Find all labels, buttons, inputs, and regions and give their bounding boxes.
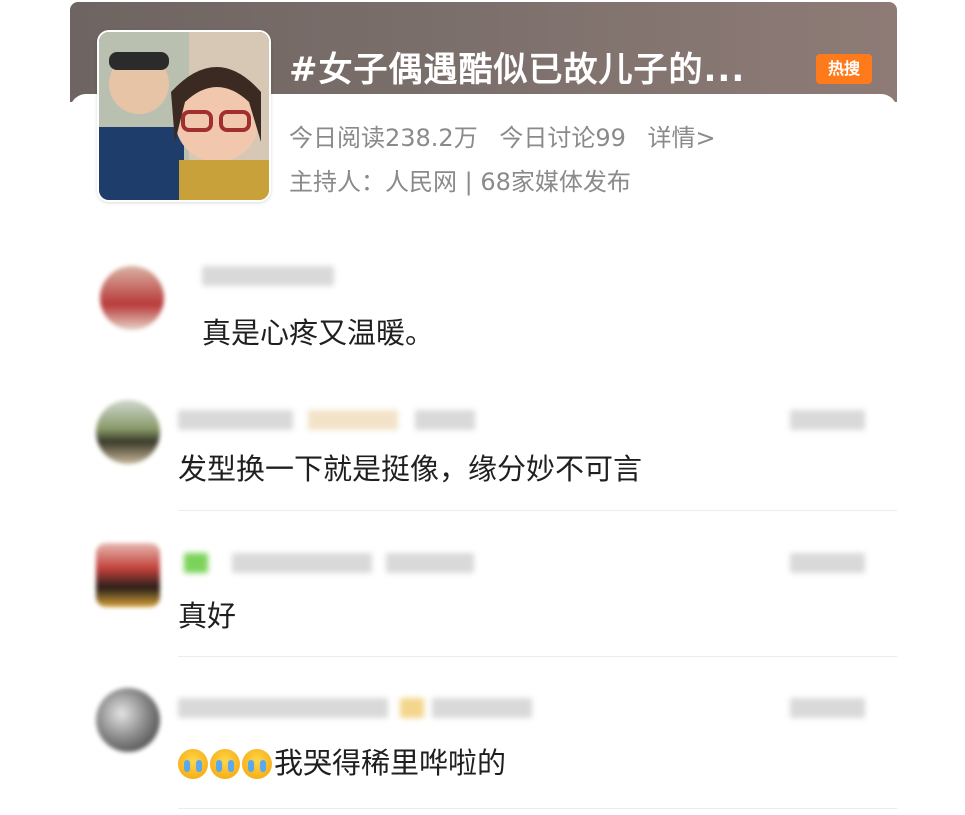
like-blurred[interactable] bbox=[790, 410, 865, 430]
divider bbox=[178, 656, 897, 657]
hot-search-badge: 热搜 bbox=[816, 54, 872, 84]
like-blurred[interactable] bbox=[790, 698, 865, 718]
topic-host: 主持人：人民网 | 68家媒体发布 bbox=[289, 168, 631, 196]
avatar[interactable] bbox=[96, 543, 160, 607]
comment-text: 真是心疼又温暖。 bbox=[202, 316, 435, 350]
divider bbox=[178, 510, 897, 511]
topic-title[interactable]: #女子偶遇酷似已故儿子的... bbox=[289, 42, 745, 91]
username-blurred[interactable] bbox=[202, 266, 334, 286]
discussion-count: 今日讨论99 bbox=[499, 124, 626, 152]
comment-text: 真好 bbox=[178, 599, 237, 633]
comment-item: 我哭得稀里哗啦的 bbox=[70, 682, 897, 802]
topic-cover-image[interactable] bbox=[97, 30, 271, 202]
avatar[interactable] bbox=[96, 400, 160, 464]
avatar[interactable] bbox=[100, 266, 164, 330]
comment-text: 我哭得稀里哗啦的 bbox=[274, 746, 507, 780]
crying-face-icon bbox=[178, 749, 208, 779]
meta-blurred bbox=[415, 410, 475, 430]
badge-blurred bbox=[308, 410, 398, 430]
username-blurred[interactable] bbox=[178, 410, 293, 430]
topic-stats: 今日阅读238.2万 今日讨论99 详情> bbox=[289, 118, 730, 153]
comment-text: 发型换一下就是挺像，缘分妙不可言 bbox=[178, 452, 643, 486]
divider bbox=[178, 808, 897, 809]
username-blurred[interactable] bbox=[232, 553, 372, 573]
badge-blurred bbox=[400, 698, 424, 718]
meta-blurred bbox=[386, 553, 474, 573]
comment-item: 真是心疼又温暖。 bbox=[70, 250, 897, 360]
crying-face-icon bbox=[210, 749, 240, 779]
avatar[interactable] bbox=[96, 688, 160, 752]
meta-blurred bbox=[432, 698, 532, 718]
username-blurred[interactable] bbox=[178, 698, 388, 718]
comment-item: 发型换一下就是挺像，缘分妙不可言 bbox=[70, 394, 897, 504]
read-count: 今日阅读238.2万 bbox=[289, 124, 478, 152]
crying-face-icon bbox=[242, 749, 272, 779]
comment-line: 我哭得稀里哗啦的 bbox=[178, 740, 506, 782]
details-link[interactable]: 详情> bbox=[648, 124, 716, 152]
comment-item: 真好 bbox=[70, 537, 897, 647]
topic-card: #女子偶遇酷似已故儿子的... 热搜 今日阅读238.2万 今日讨论99 详情>… bbox=[70, 2, 897, 815]
like-blurred[interactable] bbox=[790, 553, 865, 573]
badge-blurred bbox=[184, 553, 208, 573]
